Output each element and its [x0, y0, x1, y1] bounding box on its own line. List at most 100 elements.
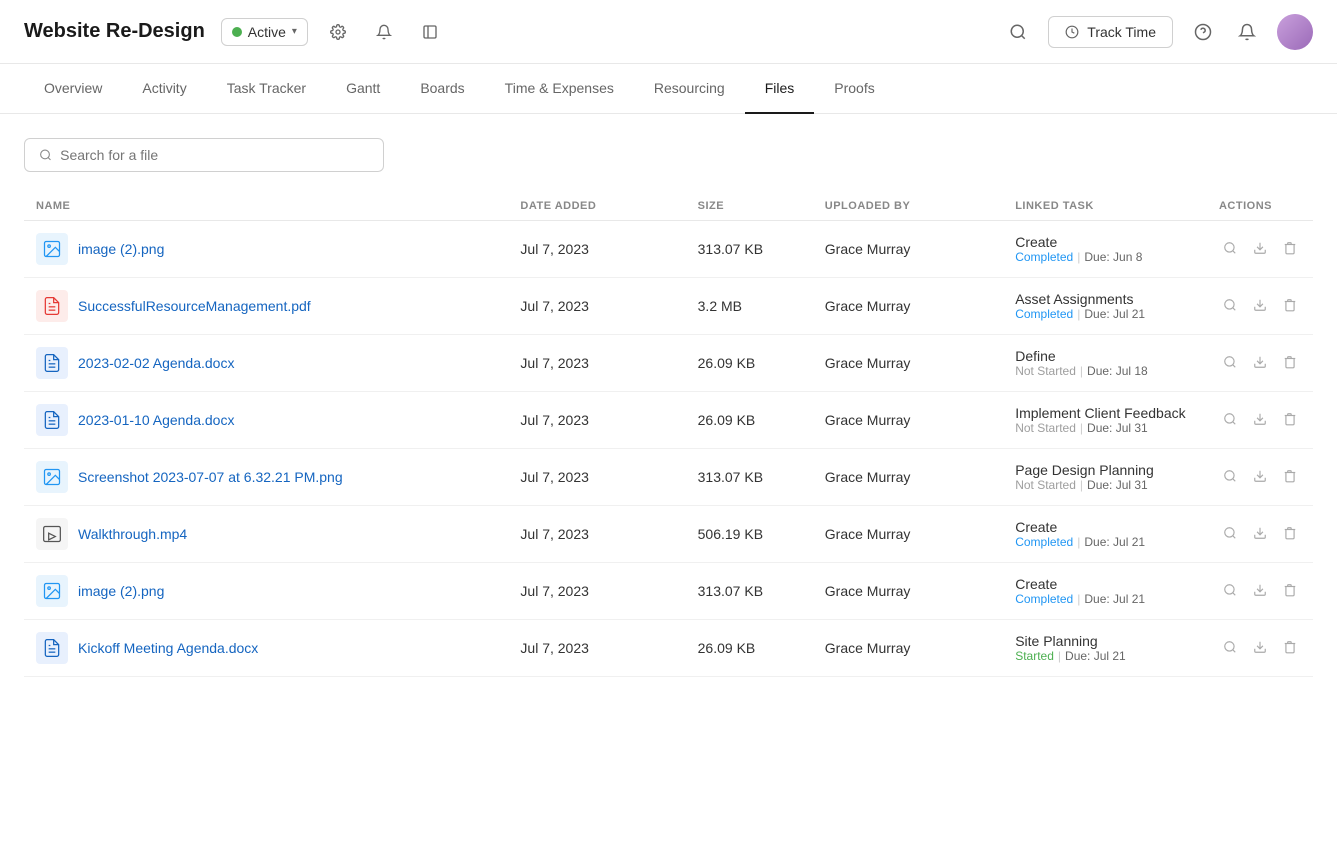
delete-button[interactable] [1279, 408, 1301, 433]
search-icon [39, 148, 52, 162]
status-label: Active [248, 24, 286, 40]
file-uploader: Grace Murray [813, 506, 1003, 563]
track-time-button[interactable]: Track Time [1048, 16, 1173, 48]
delete-button[interactable] [1279, 465, 1301, 490]
search-bar[interactable] [24, 138, 384, 172]
task-status: Completed | Due: Jul 21 [1015, 592, 1195, 606]
track-time-label: Track Time [1087, 24, 1156, 40]
main-content: NAME DATE ADDED SIZE UPLOADED BY LINKED … [0, 114, 1337, 701]
download-button[interactable] [1249, 408, 1271, 433]
preview-button[interactable] [1219, 408, 1241, 433]
table-row: image (2).png Jul 7, 2023 313.07 KB Grac… [24, 221, 1313, 278]
file-date: Jul 7, 2023 [508, 221, 685, 278]
delete-button[interactable] [1279, 351, 1301, 376]
tab-proofs[interactable]: Proofs [814, 64, 894, 114]
tab-resourcing[interactable]: Resourcing [634, 64, 745, 114]
avatar[interactable] [1277, 14, 1313, 50]
due-date: Due: Jul 18 [1087, 364, 1148, 378]
status-separator: | [1077, 535, 1080, 549]
nav-tabs: Overview Activity Task Tracker Gantt Boa… [0, 64, 1337, 114]
file-name-cell: Walkthrough.mp4 [36, 518, 496, 550]
preview-button[interactable] [1219, 237, 1241, 262]
tab-activity[interactable]: Activity [122, 64, 206, 114]
action-icons [1219, 294, 1301, 319]
file-name[interactable]: image (2).png [78, 241, 164, 257]
file-size: 313.07 KB [686, 449, 813, 506]
status-separator: | [1080, 478, 1083, 492]
file-date: Jul 7, 2023 [508, 563, 685, 620]
file-date: Jul 7, 2023 [508, 392, 685, 449]
file-name[interactable]: 2023-02-02 Agenda.docx [78, 355, 234, 371]
download-button[interactable] [1249, 237, 1271, 262]
action-icons [1219, 636, 1301, 661]
file-type-icon [36, 575, 68, 607]
download-button[interactable] [1249, 351, 1271, 376]
status-separator: | [1077, 307, 1080, 321]
files-table: NAME DATE ADDED SIZE UPLOADED BY LINKED … [24, 192, 1313, 677]
action-icons [1219, 579, 1301, 604]
help-icon[interactable] [1189, 18, 1217, 46]
download-button[interactable] [1249, 636, 1271, 661]
status-badge[interactable]: Active ▾ [221, 18, 308, 46]
tab-files[interactable]: Files [745, 64, 815, 114]
task-name: Page Design Planning [1015, 462, 1195, 478]
tab-overview[interactable]: Overview [24, 64, 122, 114]
preview-button[interactable] [1219, 579, 1241, 604]
delete-button[interactable] [1279, 294, 1301, 319]
search-button[interactable] [1004, 18, 1032, 46]
bell-icon[interactable] [370, 18, 398, 46]
tab-time-expenses[interactable]: Time & Expenses [485, 64, 634, 114]
file-name[interactable]: 2023-01-10 Agenda.docx [78, 412, 234, 428]
file-name[interactable]: Screenshot 2023-07-07 at 6.32.21 PM.png [78, 469, 343, 485]
file-name-cell: 2023-02-02 Agenda.docx [36, 347, 496, 379]
download-button[interactable] [1249, 465, 1271, 490]
tab-gantt[interactable]: Gantt [326, 64, 400, 114]
task-name: Create [1015, 519, 1195, 535]
file-type-icon [36, 518, 68, 550]
preview-button[interactable] [1219, 294, 1241, 319]
avatar-image [1277, 14, 1313, 50]
file-name[interactable]: Kickoff Meeting Agenda.docx [78, 640, 258, 656]
status-text: Started [1015, 649, 1054, 663]
chevron-down-icon: ▾ [292, 26, 297, 37]
delete-button[interactable] [1279, 579, 1301, 604]
preview-button[interactable] [1219, 465, 1241, 490]
file-size: 26.09 KB [686, 620, 813, 677]
file-uploader: Grace Murray [813, 563, 1003, 620]
file-type-icon [36, 347, 68, 379]
preview-button[interactable] [1219, 636, 1241, 661]
task-name: Create [1015, 576, 1195, 592]
delete-button[interactable] [1279, 636, 1301, 661]
file-name[interactable]: Walkthrough.mp4 [78, 526, 187, 542]
tab-task-tracker[interactable]: Task Tracker [207, 64, 326, 114]
col-header-name: NAME [24, 192, 508, 221]
file-uploader: Grace Murray [813, 335, 1003, 392]
file-name[interactable]: image (2).png [78, 583, 164, 599]
table-row: Kickoff Meeting Agenda.docx Jul 7, 2023 … [24, 620, 1313, 677]
task-status: Not Started | Due: Jul 31 [1015, 478, 1195, 492]
delete-button[interactable] [1279, 237, 1301, 262]
action-icons [1219, 522, 1301, 547]
due-date: Due: Jul 21 [1084, 535, 1145, 549]
file-name[interactable]: SuccessfulResourceManagement.pdf [78, 298, 311, 314]
file-name-cell: Screenshot 2023-07-07 at 6.32.21 PM.png [36, 461, 496, 493]
delete-button[interactable] [1279, 522, 1301, 547]
download-button[interactable] [1249, 522, 1271, 547]
col-header-uploaded: UPLOADED BY [813, 192, 1003, 221]
preview-button[interactable] [1219, 351, 1241, 376]
action-icons [1219, 465, 1301, 490]
download-button[interactable] [1249, 294, 1271, 319]
tab-boards[interactable]: Boards [400, 64, 484, 114]
status-separator: | [1077, 250, 1080, 264]
notifications-icon[interactable] [1233, 18, 1261, 46]
sidebar-icon[interactable] [416, 18, 444, 46]
file-type-icon [36, 461, 68, 493]
task-status: Started | Due: Jul 21 [1015, 649, 1195, 663]
task-name: Site Planning [1015, 633, 1195, 649]
status-text: Not Started [1015, 478, 1076, 492]
file-type-icon [36, 632, 68, 664]
search-input[interactable] [60, 147, 369, 163]
download-button[interactable] [1249, 579, 1271, 604]
preview-button[interactable] [1219, 522, 1241, 547]
gear-icon[interactable] [324, 18, 352, 46]
